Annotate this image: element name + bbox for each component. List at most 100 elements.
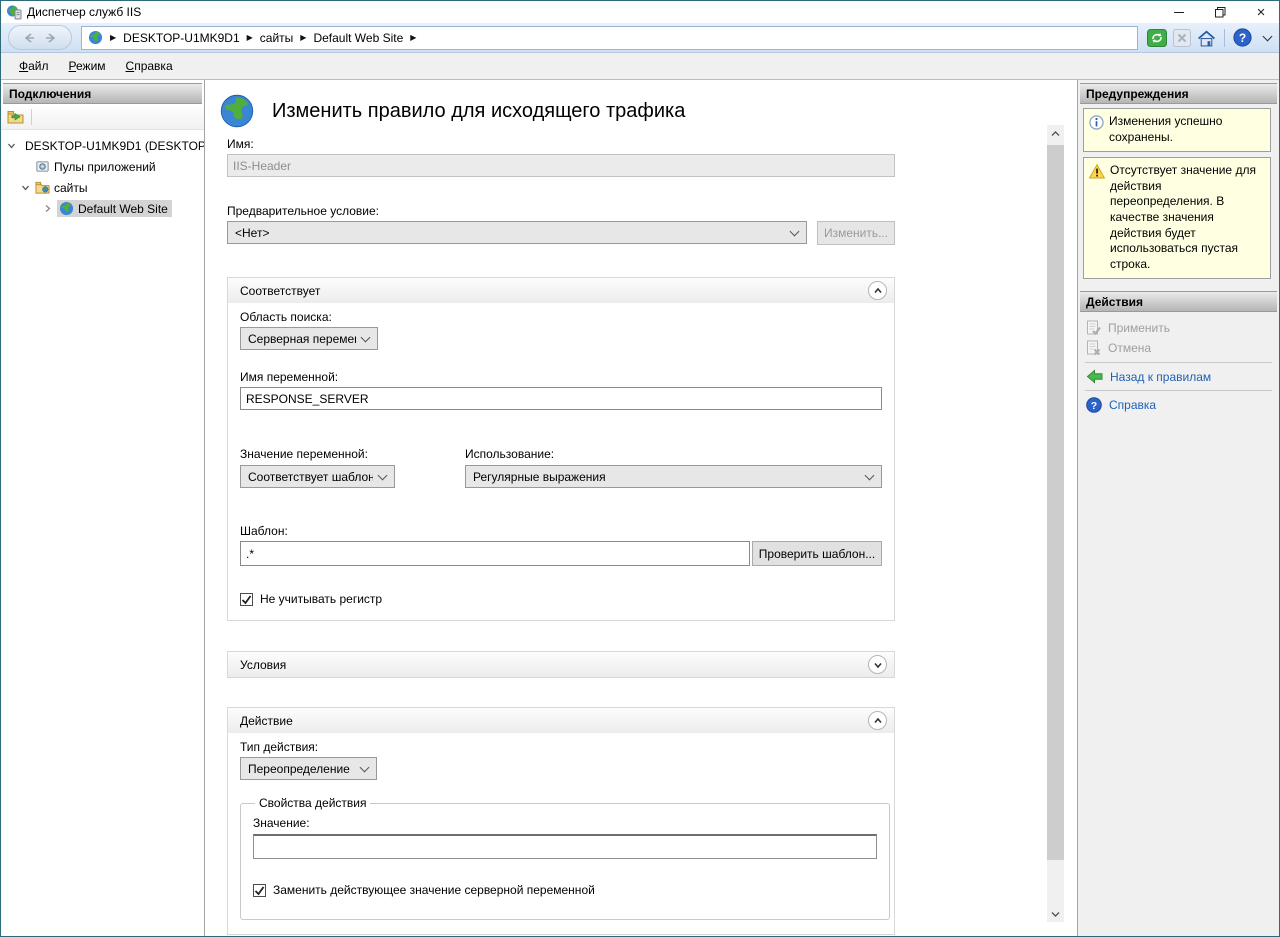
help-link[interactable]: ? Справка bbox=[1078, 395, 1279, 415]
page-title: Изменить правило для исходящего трафика bbox=[272, 100, 685, 123]
expand-icon[interactable] bbox=[43, 204, 52, 213]
using-label: Использование: bbox=[465, 447, 882, 461]
page-header: Изменить правило для исходящего трафика bbox=[219, 93, 1077, 129]
selected-tree-item: Default Web Site bbox=[57, 200, 172, 217]
scrollbar-thumb[interactable] bbox=[1047, 145, 1064, 860]
tree-item-server[interactable]: DESKTOP-U1MK9D1 (DESKTOP bbox=[1, 135, 204, 156]
iis-manager-window: Диспетчер служб IIS × ▶ DESKTOP-U1MK9D1 … bbox=[0, 0, 1280, 937]
name-label: Имя: bbox=[227, 137, 895, 151]
warning-icon bbox=[1089, 164, 1105, 179]
chevron-down-icon bbox=[378, 470, 388, 480]
conditions-section-header[interactable]: Условия bbox=[228, 652, 894, 677]
connections-toolbar bbox=[1, 104, 204, 130]
navigation-buttons bbox=[8, 25, 72, 50]
scope-select[interactable]: Серверная переменн bbox=[240, 327, 378, 350]
using-select[interactable]: Регулярные выражения bbox=[465, 465, 882, 488]
breadcrumb[interactable]: ▶ DESKTOP-U1MK9D1 ▶ сайты ▶ Default Web … bbox=[81, 26, 1138, 50]
menu-view[interactable]: Режим bbox=[59, 55, 116, 77]
sites-folder-icon bbox=[35, 180, 50, 195]
tree-item-app-pools[interactable]: Пулы приложений bbox=[1, 156, 204, 177]
tree-item-sites[interactable]: сайты bbox=[1, 177, 204, 198]
test-pattern-button[interactable]: Проверить шаблон... bbox=[752, 541, 882, 566]
action-properties-legend: Свойства действия bbox=[255, 796, 370, 810]
breadcrumb-arrow-icon: ▶ bbox=[300, 33, 306, 42]
breadcrumb-item-sites[interactable]: сайты bbox=[260, 31, 294, 45]
replace-value-label: Заменить действующее значение серверной … bbox=[273, 883, 595, 897]
action-type-select[interactable]: Переопределение bbox=[240, 757, 377, 780]
cancel-icon bbox=[1086, 340, 1101, 356]
info-alert-text: Изменения успешно сохранены. bbox=[1109, 114, 1265, 145]
scroll-down-button[interactable] bbox=[1047, 905, 1064, 922]
menu-help[interactable]: Справка bbox=[116, 55, 183, 77]
collapse-section-button[interactable] bbox=[868, 711, 887, 730]
breadcrumb-arrow-icon: ▶ bbox=[410, 33, 416, 42]
save-connection-icon[interactable] bbox=[7, 109, 24, 124]
collapse-icon[interactable] bbox=[7, 141, 16, 150]
warning-alert: Отсутствует значение для действия переоп… bbox=[1083, 157, 1271, 279]
main-content: Изменить правило для исходящего трафика … bbox=[205, 80, 1078, 936]
back-arrow-icon bbox=[1086, 369, 1103, 384]
chevron-down-icon bbox=[873, 660, 883, 670]
refresh-button[interactable] bbox=[1147, 29, 1167, 47]
check-icon bbox=[254, 885, 265, 896]
warning-alert-text: Отсутствует значение для действия переоп… bbox=[1110, 163, 1265, 272]
vertical-scrollbar[interactable] bbox=[1047, 125, 1064, 922]
collapse-section-button[interactable] bbox=[868, 281, 887, 300]
svg-text:?: ? bbox=[1091, 400, 1097, 412]
edit-precondition-button[interactable]: Изменить... bbox=[817, 221, 895, 245]
alerts-header: Предупреждения bbox=[1080, 83, 1277, 104]
help-icon: ? bbox=[1086, 397, 1102, 413]
divider bbox=[31, 109, 32, 125]
menu-file[interactable]: Файл bbox=[9, 55, 59, 77]
pattern-input[interactable]: .* bbox=[240, 541, 750, 566]
action-section-header[interactable]: Действие bbox=[228, 708, 894, 733]
conditions-section: Условия bbox=[227, 651, 895, 678]
restore-icon bbox=[1215, 7, 1226, 18]
help-button[interactable]: ? bbox=[1233, 28, 1252, 47]
name-input: IIS-Header bbox=[227, 154, 895, 177]
forward-button[interactable] bbox=[45, 32, 57, 44]
variable-value-select[interactable]: Соответствует шаблону bbox=[240, 465, 395, 488]
connections-tree: DESKTOP-U1MK9D1 (DESKTOP Пулы приложений… bbox=[1, 130, 204, 936]
divider bbox=[1085, 362, 1272, 363]
scroll-up-button[interactable] bbox=[1047, 125, 1064, 142]
close-button[interactable]: × bbox=[1243, 1, 1279, 23]
precondition-label: Предварительное условие: bbox=[227, 204, 895, 218]
maximize-button[interactable] bbox=[1202, 1, 1238, 23]
action-type-label: Тип действия: bbox=[240, 740, 882, 754]
cancel-button[interactable]: Отмена bbox=[1078, 338, 1279, 358]
expand-section-button[interactable] bbox=[868, 655, 887, 674]
precondition-select[interactable]: <Нет> bbox=[227, 221, 807, 244]
match-section-header[interactable]: Соответствует bbox=[228, 278, 894, 303]
breadcrumb-arrow-icon: ▶ bbox=[110, 33, 116, 42]
match-section: Соответствует Область поиска: Серверная … bbox=[227, 277, 895, 621]
breadcrumb-item-server[interactable]: DESKTOP-U1MK9D1 bbox=[123, 31, 239, 45]
web-site-globe-icon bbox=[59, 201, 74, 216]
divider bbox=[1224, 29, 1225, 47]
back-button[interactable] bbox=[23, 32, 35, 44]
replace-value-checkbox[interactable] bbox=[253, 884, 266, 897]
apply-button[interactable]: Применить bbox=[1078, 318, 1279, 338]
info-alert: Изменения успешно сохранены. bbox=[1083, 108, 1271, 152]
stop-button[interactable] bbox=[1173, 29, 1191, 47]
minimize-button[interactable] bbox=[1161, 1, 1197, 23]
chevron-down-icon bbox=[360, 762, 370, 772]
divider bbox=[1085, 390, 1272, 391]
tree-item-default-web-site[interactable]: Default Web Site bbox=[1, 198, 204, 219]
menu-bar: Файл Режим Справка bbox=[1, 53, 1279, 80]
ignore-case-checkbox[interactable] bbox=[240, 593, 253, 606]
help-dropdown-icon[interactable] bbox=[1263, 31, 1273, 41]
breadcrumb-item-default-web-site[interactable]: Default Web Site bbox=[313, 31, 403, 45]
chevron-up-icon bbox=[873, 286, 883, 296]
pattern-label: Шаблон: bbox=[240, 524, 882, 538]
home-button[interactable] bbox=[1197, 29, 1216, 47]
window-title: Диспетчер служб IIS bbox=[27, 5, 1156, 19]
chevron-up-icon bbox=[873, 716, 883, 726]
actions-header: Действия bbox=[1080, 291, 1277, 312]
action-value-input[interactable] bbox=[253, 834, 877, 859]
collapse-icon[interactable] bbox=[21, 183, 30, 192]
chevron-up-icon bbox=[1051, 130, 1060, 138]
back-to-rules-link[interactable]: Назад к правилам bbox=[1078, 367, 1279, 386]
variable-name-input[interactable]: RESPONSE_SERVER bbox=[240, 387, 882, 410]
variable-name-label: Имя переменной: bbox=[240, 370, 882, 384]
